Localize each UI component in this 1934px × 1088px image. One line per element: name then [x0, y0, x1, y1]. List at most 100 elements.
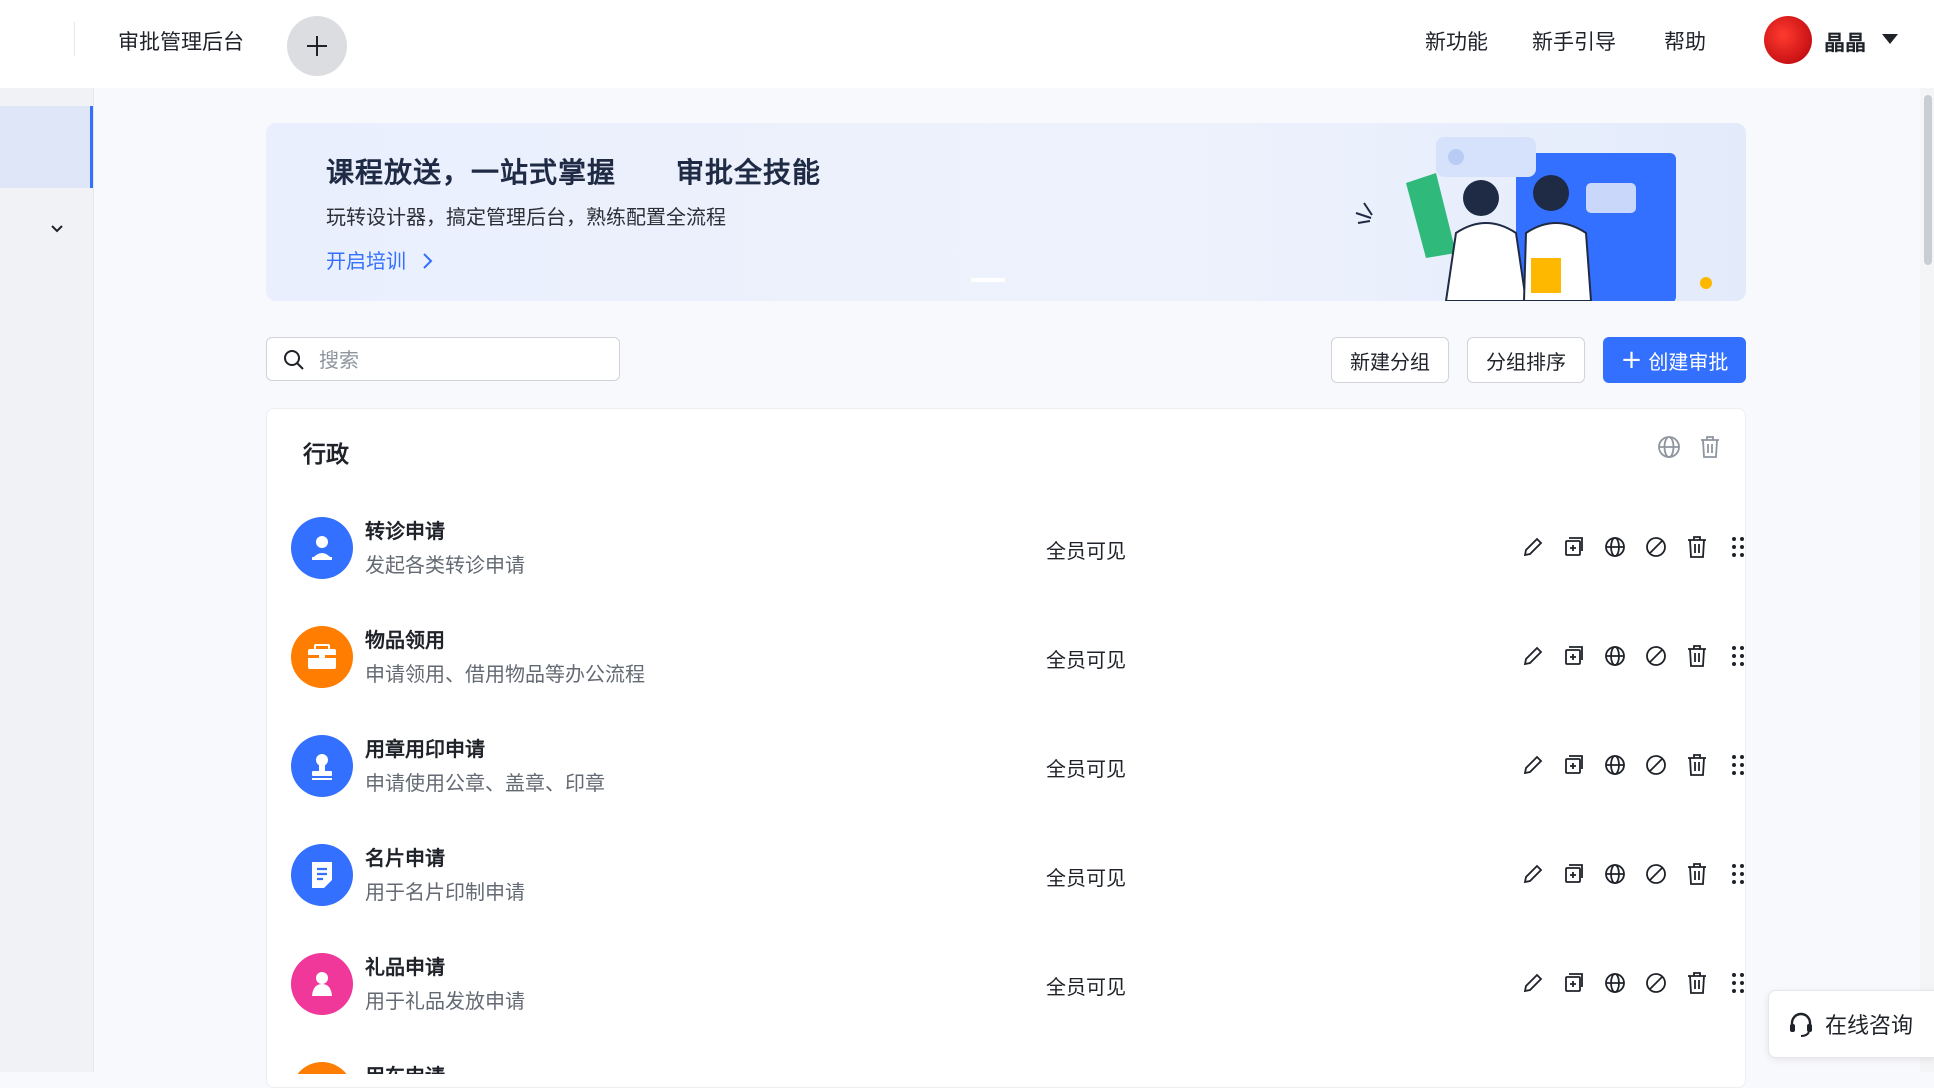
drag-handle-icon[interactable] [1726, 969, 1750, 997]
trash-icon[interactable] [1685, 642, 1709, 670]
start-training-link[interactable]: 开启培训 [326, 245, 434, 274]
nav-new-features[interactable]: 新功能 [1425, 26, 1488, 56]
edit-icon[interactable] [1521, 751, 1545, 779]
search-box[interactable] [266, 337, 620, 381]
disable-icon[interactable] [1644, 969, 1668, 997]
edit-icon[interactable] [1521, 533, 1545, 561]
disable-icon[interactable] [1644, 751, 1668, 779]
stamp-icon [291, 735, 353, 797]
item-visibility: 全员可见 [1046, 757, 1126, 781]
item-visibility: 全员可见 [1046, 975, 1126, 999]
globe-icon[interactable] [1657, 435, 1681, 459]
copy-icon[interactable] [1562, 860, 1586, 888]
disable-icon[interactable] [1644, 642, 1668, 670]
edit-icon[interactable] [1521, 642, 1545, 670]
drag-handle-icon[interactable] [1726, 533, 1750, 561]
chevron-down-icon[interactable] [50, 224, 64, 234]
nav-beginner-guide[interactable]: 新手引导 [1532, 26, 1616, 56]
trash-icon[interactable] [1699, 435, 1721, 459]
scrollbar-thumb[interactable] [1924, 95, 1932, 265]
training-illustration [1355, 137, 1712, 301]
caret-down-icon[interactable] [1882, 34, 1898, 44]
avatar[interactable] [1764, 16, 1812, 64]
item-operations [1521, 969, 1750, 997]
carousel-indicator[interactable] [971, 278, 1005, 282]
sort-groups-button[interactable]: 分组排序 [1467, 337, 1585, 383]
approval-group: 行政 转诊申请 发起各类转诊申请 全员可见 物品领用 申请领用、借用物品等办公流… [266, 408, 1746, 1088]
headset-icon [1790, 1012, 1812, 1037]
chevron-right-icon [423, 253, 433, 269]
item-visibility: 全员可见 [1046, 539, 1126, 563]
box-icon [291, 626, 353, 688]
user-name[interactable]: 晶晶 [1824, 27, 1866, 57]
globe-icon[interactable] [1603, 969, 1627, 997]
edit-icon[interactable] [1521, 969, 1545, 997]
banner-title: 课程放送，一站式掌握 审批全技能 [326, 156, 822, 189]
disable-icon[interactable] [1644, 860, 1668, 888]
group-actions [1657, 435, 1721, 459]
item-visibility: 全员可见 [1046, 866, 1126, 890]
training-banner[interactable]: 课程放送，一站式掌握 审批全技能 玩转设计器，搞定管理后台，熟练配置全流程 开启培… [266, 123, 1746, 301]
item-name: 礼品申请 [365, 955, 445, 979]
globe-icon[interactable] [1603, 533, 1627, 561]
gift-icon [291, 953, 353, 1015]
drag-handle-icon[interactable] [1726, 642, 1750, 670]
online-consult-button[interactable]: 在线咨询 [1768, 990, 1934, 1058]
sidebar [0, 88, 94, 1072]
group-title: 行政 [303, 442, 349, 468]
plus-icon [307, 36, 327, 56]
trash-icon[interactable] [1685, 533, 1709, 561]
globe-icon[interactable] [1603, 751, 1627, 779]
nav-help[interactable]: 帮助 [1664, 26, 1706, 56]
app-title: 审批管理后台 [118, 30, 244, 54]
item-desc: 申请领用、借用物品等办公流程 [365, 662, 645, 686]
new-group-button[interactable]: 新建分组 [1331, 337, 1449, 383]
copy-icon[interactable] [1562, 751, 1586, 779]
document-icon [291, 844, 353, 906]
list-item[interactable]: 物品领用 申请领用、借用物品等办公流程 全员可见 [291, 608, 1744, 708]
banner-subtitle: 玩转设计器，搞定管理后台，熟练配置全流程 [326, 205, 726, 229]
list-item[interactable]: 转诊申请 发起各类转诊申请 全员可见 [291, 499, 1744, 599]
drag-handle-icon[interactable] [1726, 860, 1750, 888]
item-name: 转诊申请 [365, 519, 445, 543]
item-desc: 用于礼品发放申请 [365, 989, 525, 1013]
disable-icon[interactable] [1644, 533, 1668, 561]
trash-icon[interactable] [1685, 969, 1709, 997]
create-approval-label: 创建审批 [1648, 349, 1729, 374]
item-desc: 申请使用公章、盖章、印章 [365, 771, 605, 795]
list-item[interactable]: 名片申请 用于名片印制申请 全员可见 [291, 826, 1744, 926]
sidebar-item-active[interactable] [0, 106, 93, 188]
edit-icon[interactable] [1521, 860, 1545, 888]
plus-icon: + [1620, 345, 1643, 375]
list-item[interactable]: 礼品申请 用于礼品发放申请 全员可见 [291, 935, 1744, 1035]
item-name: 名片申请 [365, 846, 445, 870]
search-icon [284, 350, 304, 370]
copy-icon[interactable] [1562, 969, 1586, 997]
item-desc: 发起各类转诊申请 [365, 553, 525, 577]
online-consult-label: 在线咨询 [1825, 1014, 1914, 1039]
copy-icon[interactable] [1562, 642, 1586, 670]
item-name: 用章用印申请 [365, 737, 485, 761]
create-approval-button[interactable]: + 创建审批 [1603, 337, 1746, 383]
topbar-divider [74, 22, 75, 56]
item-operations [1521, 751, 1750, 779]
top-bar: 审批管理后台 新功能 新手引导 帮助 晶晶 [0, 0, 1934, 88]
list-item[interactable]: 用章用印申请 申请使用公章、盖章、印章 全员可见 [291, 717, 1744, 817]
trash-icon[interactable] [1685, 751, 1709, 779]
add-app-button[interactable] [287, 16, 347, 76]
globe-icon[interactable] [1603, 642, 1627, 670]
item-desc: 用于名片印制申请 [365, 880, 525, 904]
car-icon [291, 1062, 353, 1074]
globe-icon[interactable] [1603, 860, 1627, 888]
person-stamp-icon [291, 517, 353, 579]
copy-icon[interactable] [1562, 533, 1586, 561]
list-item[interactable]: 用车申请 [291, 1044, 1723, 1074]
item-name: 物品领用 [365, 628, 445, 652]
item-visibility: 全员可见 [1046, 648, 1126, 672]
drag-handle-icon[interactable] [1726, 751, 1750, 779]
item-operations [1521, 642, 1750, 670]
trash-icon[interactable] [1685, 860, 1709, 888]
search-input[interactable] [317, 344, 611, 376]
item-operations [1521, 860, 1750, 888]
item-operations [1521, 533, 1750, 561]
